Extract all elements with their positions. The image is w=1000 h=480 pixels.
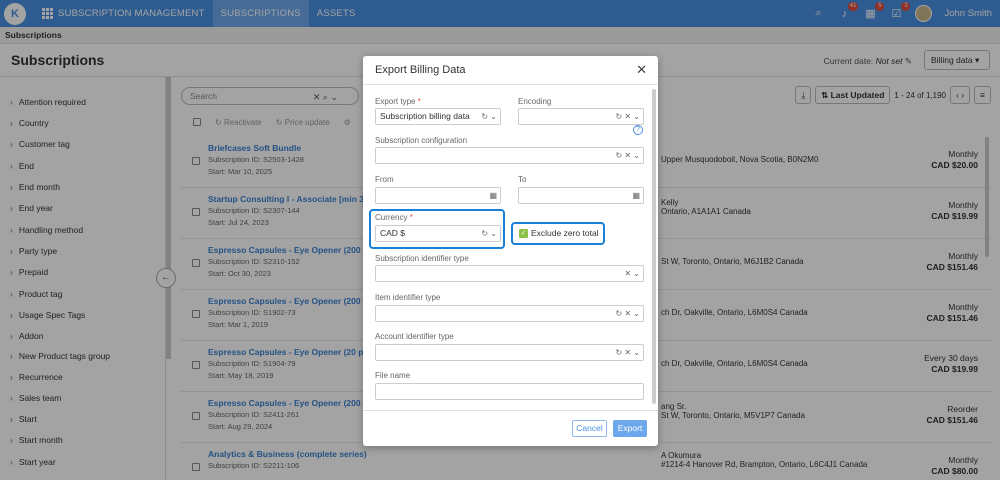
select-controls-icon[interactable]: ↻ ✕ ⌄ [615,148,640,163]
item-id-type-select[interactable]: ↻ ✕ ⌄ [375,305,644,322]
calendar-icon[interactable]: ▦ [632,188,640,203]
select-controls-icon[interactable]: ↻ ✕ ⌄ [615,109,640,124]
sub-config-label: Subscription configuration [375,136,468,145]
file-name-label: File name [375,371,411,380]
sub-id-type-select[interactable]: ✕ ⌄ [375,265,644,282]
encoding-select[interactable]: ↻ ✕ ⌄ [518,108,644,125]
currency-label: Currency * [375,213,413,222]
dialog-title: Export Billing Data [375,64,466,76]
select-controls-icon[interactable]: ↻ ⌄ [481,226,497,241]
select-controls-icon[interactable]: ↻ ✕ ⌄ [615,345,640,360]
export-type-label: Export type * [375,97,421,106]
to-label: To [518,175,527,184]
help-icon[interactable]: ? [633,125,643,135]
sub-config-select[interactable]: ↻ ✕ ⌄ [375,147,644,164]
export-billing-dialog: Export Billing Data ✕ Export type * Subs… [363,56,658,446]
file-name-input[interactable] [375,383,644,400]
account-id-type-select[interactable]: ↻ ✕ ⌄ [375,344,644,361]
close-icon[interactable]: ✕ [636,62,647,78]
from-date-input[interactable]: ▦ [375,187,501,204]
export-type-select[interactable]: Subscription billing data ↻ ⌄ [375,108,501,125]
currency-select[interactable]: CAD $ ↻ ⌄ [375,225,501,242]
dialog-header: Export Billing Data ✕ [363,56,658,85]
cancel-button[interactable]: Cancel [572,420,607,437]
checkmark-icon: ✓ [519,229,528,238]
select-controls-icon[interactable]: ✕ ⌄ [624,266,640,281]
from-label: From [375,175,394,184]
encoding-label: Encoding [518,97,552,106]
dialog-scrollbar[interactable] [652,89,656,404]
select-controls-icon[interactable]: ↻ ✕ ⌄ [615,306,640,321]
export-button[interactable]: Export [613,420,647,437]
sub-id-type-label: Subscription identifier type [375,254,469,263]
dialog-footer: Cancel Export [363,410,658,446]
exclude-zero-total-checkbox[interactable]: ✓ Exclude zero total [515,224,603,243]
select-controls-icon[interactable]: ↻ ⌄ [481,109,497,124]
to-date-input[interactable]: ▦ [518,187,644,204]
item-id-type-label: Item identifier type [375,293,441,302]
account-id-type-label: Account identifier type [375,332,454,341]
dialog-body: Export type * Subscription billing data … [363,85,658,410]
calendar-icon[interactable]: ▦ [489,188,497,203]
